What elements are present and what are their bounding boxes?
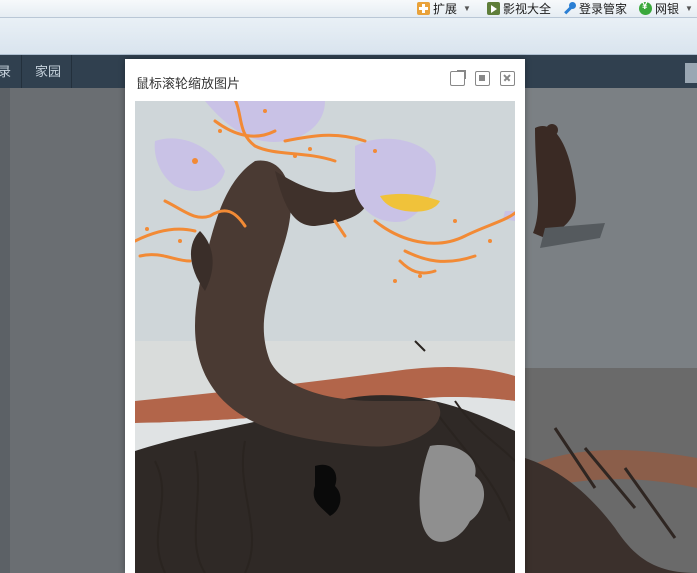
chevron-down-icon: ▼ [685,4,693,13]
login-manager-button[interactable]: 登录管家 [563,0,627,17]
chevron-down-icon: ▼ [463,4,471,13]
nav-item-home[interactable]: 家园 [25,55,73,88]
bank-icon [639,1,652,15]
key-icon [563,2,576,15]
fit-size-icon[interactable] [475,71,490,86]
bonsai-photo [135,101,515,573]
login-manager-label: 登录管家 [579,2,628,16]
bank-menu[interactable]: 网银 ▼ [639,0,693,17]
nav-item-partial[interactable]: 录 [0,55,23,88]
background-bonsai-graphic [525,88,697,573]
close-icon[interactable] [500,71,515,86]
bank-label: 网银 [655,2,680,16]
browser-toolbar: 扩展 ▼ 影视大全 登录管家 网银 ▼ [0,0,697,18]
video-button[interactable]: 影视大全 [487,0,551,17]
dialog-title: 鼠标滚轮缩放图片 [136,76,241,91]
extension-menu[interactable]: 扩展 ▼ [417,0,471,17]
bonsai-graphic [135,101,515,573]
image-zoom-dialog: 鼠标滚轮缩放图片 [125,59,525,573]
dimmed-page-left [0,88,125,573]
open-original-icon[interactable] [450,70,466,86]
video-icon [487,2,500,15]
address-bar-area [0,18,697,55]
video-label: 影视大全 [503,2,552,16]
nav-edge-button[interactable] [685,63,697,83]
extension-icon [417,2,430,15]
extension-label: 扩展 [433,2,458,16]
background-photo [525,88,697,573]
